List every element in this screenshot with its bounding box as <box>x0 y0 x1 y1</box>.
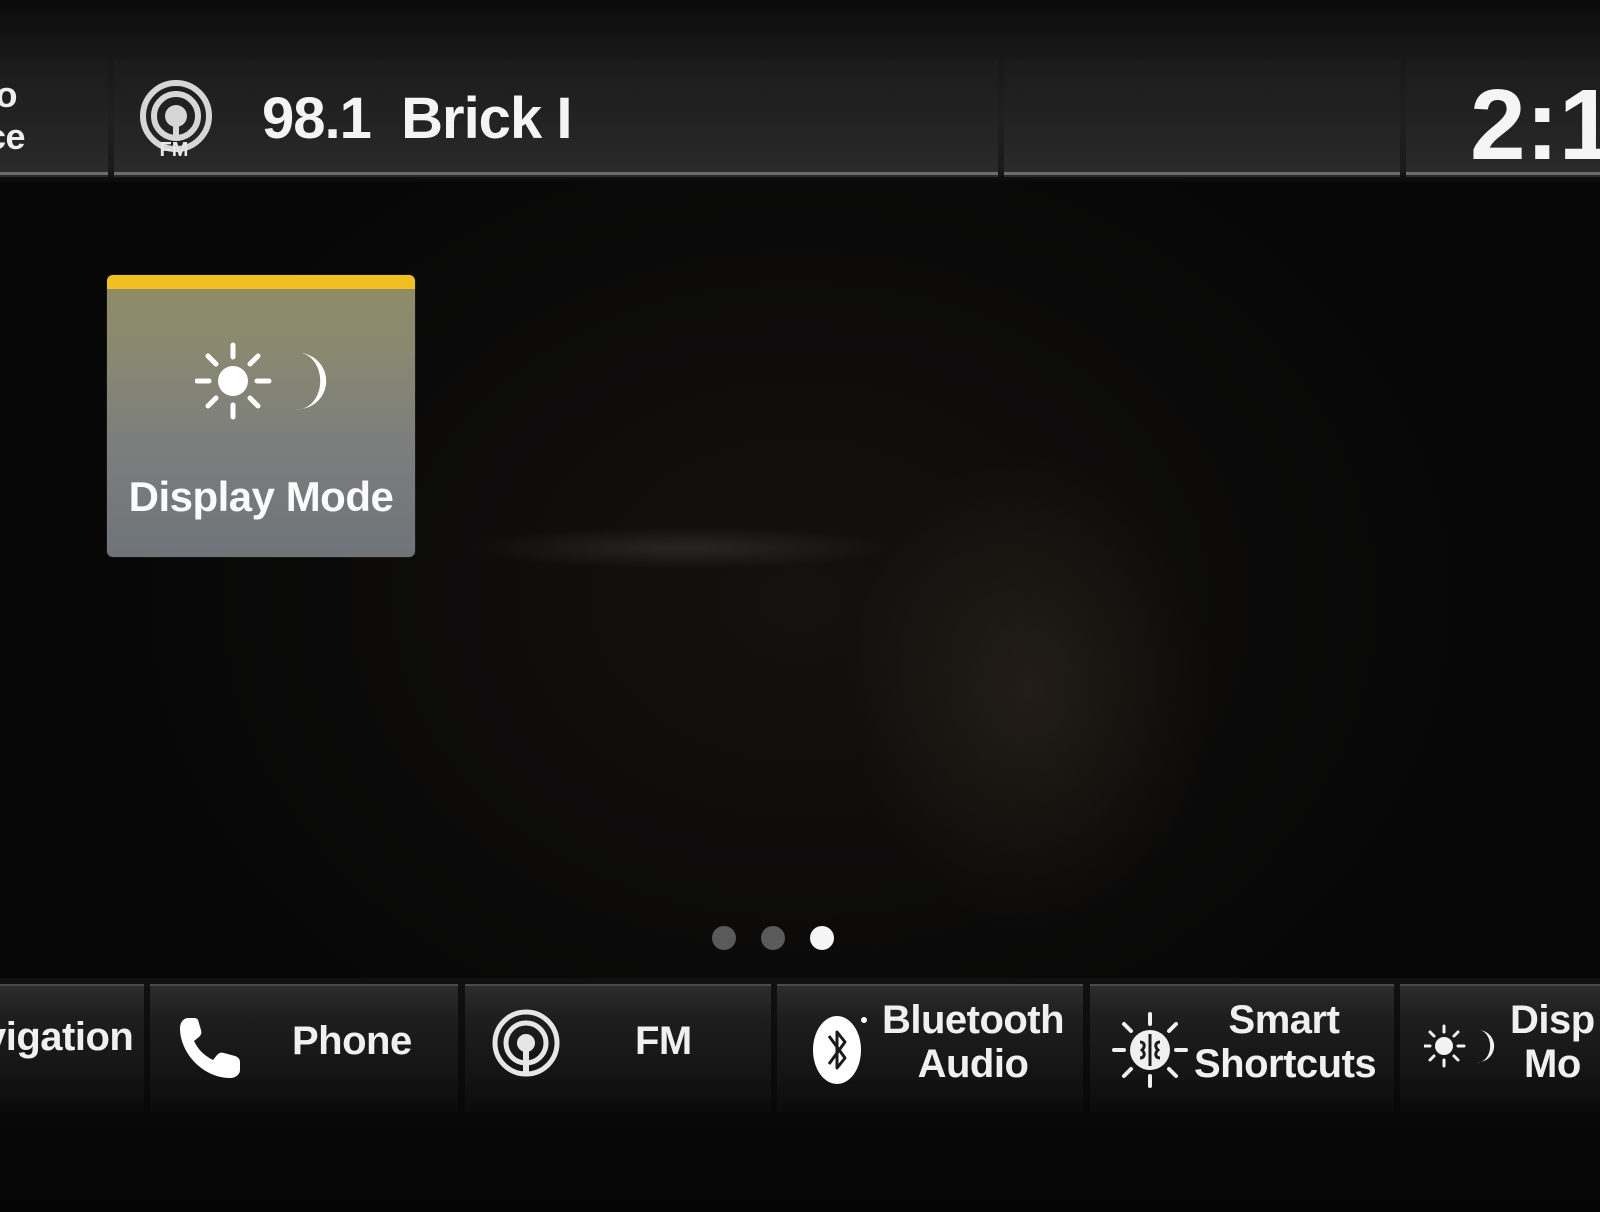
audio-source-label: io ce <box>0 74 26 158</box>
radio-signal-icon <box>492 1009 560 1077</box>
status-bar-empty-slot <box>1004 60 1400 175</box>
dock-bluetooth-audio-label-line1: Bluetooth <box>881 998 1065 1042</box>
audio-source-label-line2: ce <box>0 116 26 157</box>
audio-source-button[interactable]: io ce <box>0 60 108 175</box>
dock-display-mode-label-line2: Mo <box>1524 1042 1581 1086</box>
sun-moon-icon <box>1424 1024 1495 1068</box>
page-indicator <box>712 926 834 954</box>
dock-smart-shortcuts-label-line2: Shortcuts <box>1194 1042 1377 1086</box>
dock-smart-shortcuts-label: Smart Shortcuts <box>1194 998 1377 1086</box>
dock-smart-shortcuts-label-line1: Smart <box>1228 998 1340 1042</box>
fm-radio-icon: FM <box>140 80 212 160</box>
clock: 2:1 <box>1470 69 1600 181</box>
status-bar: io ce FM 98.1 Brick I 2:1 <box>0 0 1600 182</box>
smart-brain-icon <box>1112 1012 1188 1088</box>
dock-navigation-button[interactable]: vigation <box>0 984 144 1112</box>
dock-display-mode-label-line1: Disp <box>1510 998 1595 1042</box>
bottom-dock: vigation Phone FM Bluetoot <box>0 978 1600 1212</box>
tile-label: Display Mode <box>128 473 394 520</box>
phone-icon <box>180 1018 240 1078</box>
infotainment-screen: io ce FM 98.1 Brick I 2:1 <box>0 0 1600 1212</box>
tile-active-accent <box>107 275 415 289</box>
station-name: 98.1 Brick I <box>262 86 572 151</box>
page-dot-3-active[interactable] <box>810 926 834 950</box>
page-dot-2[interactable] <box>761 926 785 950</box>
dock-bluetooth-audio-label-line2: Audio <box>917 1042 1029 1086</box>
bluetooth-icon <box>813 1016 867 1084</box>
dock-bluetooth-audio-button[interactable]: Bluetooth Audio <box>777 984 1083 1112</box>
dock-fm-button[interactable]: FM <box>465 984 771 1112</box>
dock-smart-shortcuts-button[interactable]: Smart Shortcuts <box>1090 984 1394 1112</box>
audio-source-label-line1: io <box>0 74 18 115</box>
dock-display-mode-label: Disp Mo <box>1510 998 1600 1086</box>
dock-display-mode-button[interactable]: Disp Mo <box>1400 984 1600 1112</box>
sun-moon-icon <box>195 342 327 420</box>
dock-phone-button[interactable]: Phone <box>150 984 458 1112</box>
dock-navigation-label: vigation <box>0 1015 134 1059</box>
dock-bluetooth-audio-label: Bluetooth Audio <box>873 998 1073 1086</box>
dock-phone-label: Phone <box>292 1019 412 1063</box>
page-dot-1[interactable] <box>712 926 736 950</box>
fm-badge-label: FM <box>160 139 189 160</box>
dock-fm-label: FM <box>635 1019 692 1063</box>
display-mode-tile[interactable]: Display Mode <box>107 275 415 557</box>
